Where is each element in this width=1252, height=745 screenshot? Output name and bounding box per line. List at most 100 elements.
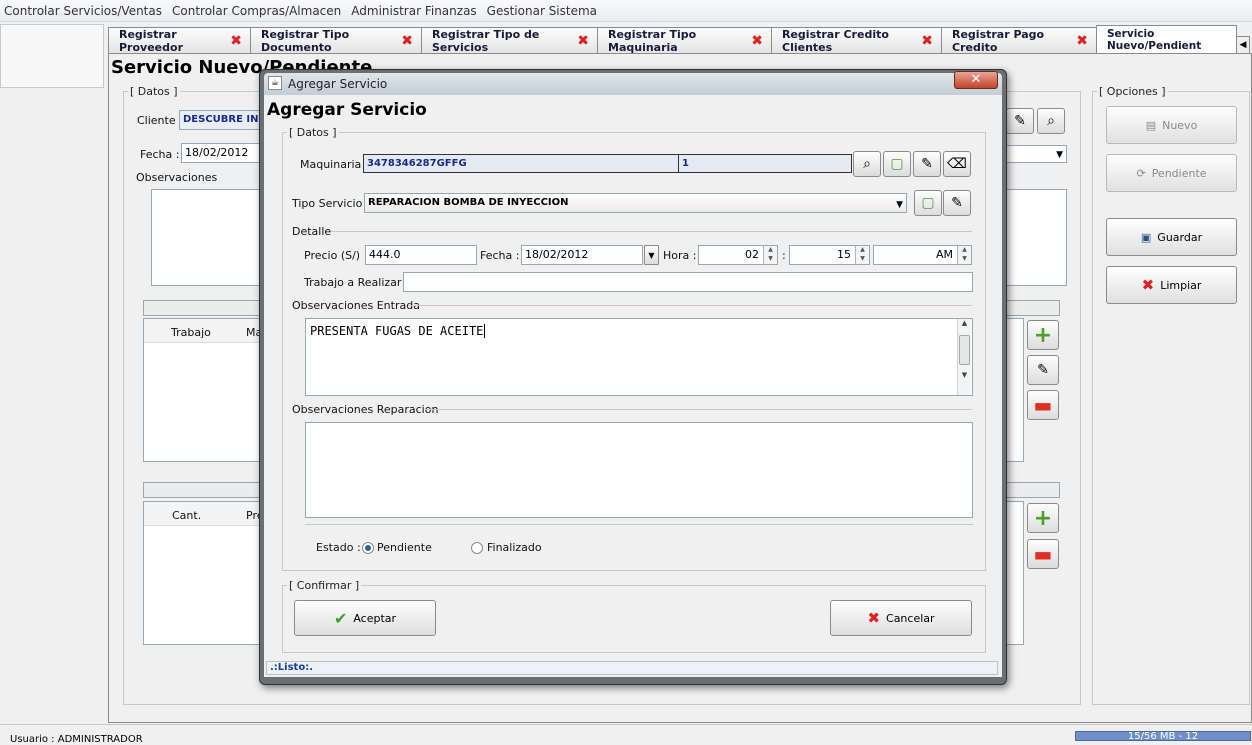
precio-label: Precio (S/) :: [304, 249, 368, 262]
menu-servicios-ventas[interactable]: Controlar Servicios/Ventas: [0, 4, 166, 18]
edit-cliente-icon[interactable]: ✎: [1006, 108, 1034, 134]
tab-scroll-left-icon[interactable]: ◀: [1236, 36, 1250, 54]
cancelar-button[interactable]: ✖ Cancelar: [830, 600, 972, 636]
obs-reparacion-separator: [425, 409, 972, 410]
tab-registrar-credito-clientes[interactable]: Registrar Credito Clientes ✖: [771, 27, 942, 54]
fecha-field[interactable]: 18/02/2012: [181, 143, 263, 163]
remove-trabajo-icon[interactable]: ▬: [1027, 390, 1059, 420]
tipo-servicio-select[interactable]: REPARACION BOMBA DE INYECCION ▼: [364, 193, 907, 213]
hora-ampm-value: AM: [935, 248, 953, 261]
observaciones-textarea-right[interactable]: [1006, 189, 1067, 286]
scroll-thumb[interactable]: [959, 335, 970, 365]
hora-minute-value: 15: [837, 248, 851, 261]
spinner-hour-icon[interactable]: ▲ ▼: [763, 246, 777, 264]
memory-indicator[interactable]: 15/56 MB - 12: [1075, 731, 1251, 742]
search-maquinaria-icon[interactable]: ⌕: [853, 151, 881, 177]
menu-bar: Controlar Servicios/Ventas Controlar Com…: [0, 0, 1252, 22]
pendiente-button[interactable]: ⟳ Pendiente: [1106, 154, 1237, 192]
fecha-label: Fecha :: [140, 148, 180, 161]
dialog-heading: Agregar Servicio: [267, 100, 427, 120]
trabajo-realizar-field[interactable]: [403, 272, 973, 292]
java-app-icon: ☕: [268, 76, 282, 90]
dialog-datos-legend: [ Datos ]: [289, 126, 337, 139]
close-tab-icon[interactable]: ✖: [577, 33, 589, 49]
chevron-down-icon: ▼: [896, 200, 903, 210]
text-cursor: [484, 324, 486, 338]
search-cliente-icon[interactable]: ⌕: [1037, 108, 1065, 134]
close-tab-icon[interactable]: ✖: [751, 33, 763, 49]
remove-producto-icon[interactable]: ▬: [1027, 539, 1059, 569]
tab-label: Registrar Tipo de Servicios: [432, 27, 540, 54]
tab-registrar-pago-credito[interactable]: Registrar Pago Credito ✖: [941, 27, 1097, 54]
dialog-close-icon[interactable]: ✕: [954, 71, 998, 89]
hora-ampm-field[interactable]: AM ▲ ▼: [873, 245, 972, 265]
scroll-down-icon[interactable]: ▼: [958, 371, 971, 379]
aceptar-button[interactable]: ✔ Aceptar: [294, 600, 436, 636]
tab-label: Registrar Tipo Maquinaria: [608, 27, 697, 54]
tab-servicio-nuevo-pendiente[interactable]: Servicio Nuevo/Pendient: [1096, 25, 1237, 53]
maquinaria-id-field[interactable]: 1: [678, 154, 852, 173]
new-tipo-servicio-icon[interactable]: ▢: [914, 190, 942, 216]
spinner-ampm-icon[interactable]: ▲ ▼: [957, 246, 971, 264]
tab-registrar-tipo-documento[interactable]: Registrar Tipo Documento ✖: [250, 27, 422, 54]
menu-gestionar-sistema[interactable]: Gestionar Sistema: [483, 4, 601, 18]
radio-pendiente-label: Pendiente: [377, 541, 432, 554]
menu-compras-almacen[interactable]: Controlar Compras/Almacen: [168, 4, 345, 18]
obs-reparacion-textarea[interactable]: [305, 422, 973, 518]
hora-label: Hora :: [663, 249, 697, 262]
precio-field[interactable]: 444.0: [365, 245, 477, 265]
cliente-field[interactable]: DESCUBRE INNO: [179, 110, 263, 130]
combo-right[interactable]: ▼: [1006, 145, 1067, 163]
close-tab-icon[interactable]: ✖: [921, 33, 933, 49]
table2-header-bar-right: [1006, 482, 1060, 498]
left-panel: [0, 24, 104, 88]
close-tab-icon[interactable]: ✖: [230, 33, 242, 49]
hora-hour-value: 02: [745, 248, 759, 261]
hora-hour-field[interactable]: 02 ▲ ▼: [698, 245, 778, 265]
chevron-down-icon: ▼: [1056, 150, 1063, 160]
spinner-minute-icon[interactable]: ▲ ▼: [855, 246, 869, 264]
clear-maquinaria-icon[interactable]: ⌫: [943, 151, 971, 177]
limpiar-button[interactable]: ✖ Limpiar: [1106, 266, 1237, 304]
pendiente-label: Pendiente: [1151, 166, 1207, 180]
cancel-icon: ✖: [867, 609, 881, 627]
obs-entrada-value: PRESENTA FUGAS DE ACEITE: [310, 324, 484, 338]
col-cant: Cant.: [172, 509, 202, 522]
save-icon: ▣: [1140, 230, 1152, 244]
obs-entrada-textarea[interactable]: PRESENTA FUGAS DE ACEITE: [305, 318, 973, 396]
nuevo-label: Nuevo: [1162, 118, 1198, 132]
obs-entrada-scrollbar[interactable]: ▲ ▼: [957, 319, 971, 395]
maquinaria-code-field[interactable]: 3478346287GFFG: [363, 154, 679, 173]
obs-entrada-separator: [408, 305, 972, 306]
edit-maquinaria-icon[interactable]: ✎: [913, 151, 941, 177]
tab-registrar-tipo-maquinaria[interactable]: Registrar Tipo Maquinaria ✖: [597, 27, 772, 54]
tab-registrar-proveedor[interactable]: Registrar Proveedor ✖: [108, 27, 251, 54]
edit-tipo-servicio-icon[interactable]: ✎: [943, 190, 971, 216]
tab-label: Registrar Credito Clientes: [782, 27, 889, 54]
add-trabajo-icon[interactable]: +: [1027, 320, 1059, 350]
calendar-dropdown-icon[interactable]: ▼: [644, 245, 659, 265]
close-tab-icon[interactable]: ✖: [401, 33, 413, 49]
menu-administrar-finanzas[interactable]: Administrar Finanzas: [347, 4, 480, 18]
observaciones-textarea[interactable]: [151, 189, 263, 286]
productos-table-right: [1006, 501, 1024, 645]
radio-finalizado[interactable]: [471, 542, 483, 554]
new-maquinaria-icon[interactable]: ▢: [883, 151, 911, 177]
nuevo-button[interactable]: ▤ Nuevo: [1106, 106, 1237, 144]
obs-entrada-label: Observaciones Entrada: [292, 299, 420, 312]
edit-trabajo-icon[interactable]: ✎: [1027, 355, 1059, 385]
aceptar-label: Aceptar: [353, 611, 397, 625]
table2-header-bar: [143, 482, 263, 498]
scroll-up-icon[interactable]: ▲: [958, 319, 971, 327]
radio-pendiente[interactable]: [362, 542, 374, 554]
hora-minute-field[interactable]: 15 ▲ ▼: [789, 245, 870, 265]
clear-icon: ✖: [1141, 276, 1155, 294]
add-producto-icon[interactable]: +: [1027, 503, 1059, 533]
guardar-button[interactable]: ▣ Guardar: [1106, 218, 1237, 256]
observaciones-label: Observaciones: [136, 171, 218, 184]
fecha-dialog-field[interactable]: 18/02/2012: [521, 245, 643, 265]
tab-registrar-tipo-servicios[interactable]: Registrar Tipo de Servicios ✖: [421, 27, 598, 54]
close-tab-icon[interactable]: ✖: [1076, 33, 1088, 49]
status-user: Usuario : ADMINISTRADOR: [10, 734, 143, 745]
limpiar-label: Limpiar: [1160, 278, 1202, 292]
